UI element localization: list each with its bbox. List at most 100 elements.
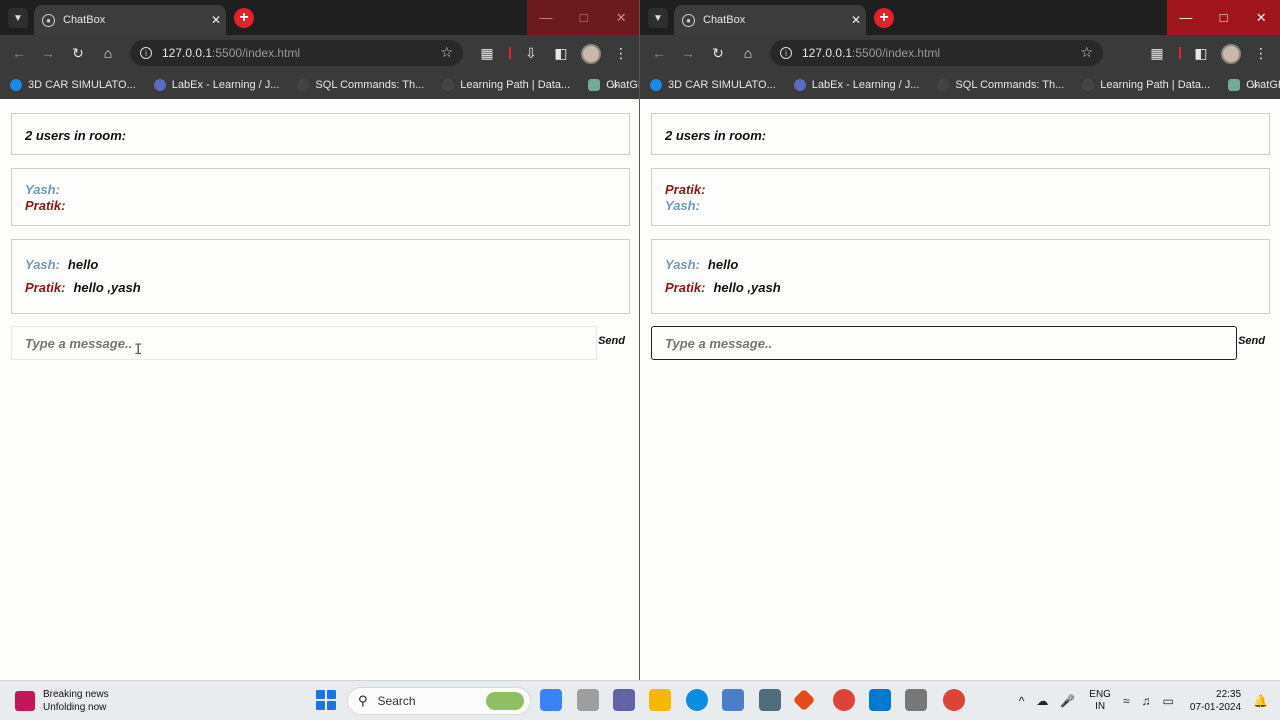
send-button[interactable]: Send: [598, 335, 625, 347]
browser-window-right: ▼ ● ChatBox ✕ + — □ ✕ ← → ↻ ⌂ i 127.0.0.…: [640, 0, 1280, 680]
bookmark-favicon-icon: [937, 79, 950, 91]
teams-icon[interactable]: [613, 689, 635, 711]
separator: [1179, 47, 1181, 59]
new-tab-button[interactable]: +: [234, 8, 254, 28]
file-explorer-icon[interactable]: [649, 689, 671, 711]
browser-toolbar: ← → ↻ ⌂ i 127.0.0.1:5500/index.html ☆ ▦ …: [0, 35, 639, 71]
tab-chatbox[interactable]: ● ChatBox ✕: [674, 5, 866, 35]
profile-avatar[interactable]: [1221, 44, 1241, 64]
new-tab-button[interactable]: +: [874, 8, 894, 28]
windows-start-icon[interactable]: [316, 690, 336, 710]
bookmark-item[interactable]: LabEx - Learning / J...: [793, 79, 919, 91]
onedrive-icon[interactable]: ☁: [1036, 694, 1048, 708]
tab-title: ChatBox: [63, 14, 106, 26]
address-bar[interactable]: i 127.0.0.1:5500/index.html ☆: [770, 40, 1103, 66]
bookmark-item[interactable]: Learning Path | Data...: [1082, 79, 1210, 91]
user-name: Pratik:: [25, 198, 66, 213]
separator: [509, 47, 511, 59]
bookmark-label: SQL Commands: Th...: [955, 79, 1065, 91]
snipping-tool-icon[interactable]: [905, 689, 927, 711]
home-icon[interactable]: ⌂: [98, 43, 118, 63]
reload-icon[interactable]: ↻: [68, 43, 88, 63]
user-name: Pratik:: [665, 182, 706, 197]
compose-row: Send: [651, 326, 1270, 360]
address-bar[interactable]: i 127.0.0.1:5500/index.html ☆: [130, 40, 463, 66]
message-item: Yash: hello: [665, 257, 1256, 272]
extensions-icon[interactable]: ▦: [477, 43, 497, 63]
site-info-icon[interactable]: i: [780, 47, 792, 59]
home-icon[interactable]: ⌂: [738, 43, 758, 63]
copilot-icon[interactable]: [540, 689, 562, 711]
extensions-icon[interactable]: ▦: [1147, 43, 1167, 63]
tab-search-icon[interactable]: ▼: [648, 8, 668, 28]
users-list: Yash: Pratik:: [11, 168, 630, 226]
news-text: Breaking news Unfolding now: [43, 688, 109, 714]
git-icon[interactable]: [792, 688, 816, 712]
news-subtitle: Unfolding now: [43, 702, 107, 713]
close-tab-icon[interactable]: ✕: [206, 13, 226, 27]
vscode-icon[interactable]: [869, 689, 891, 711]
chevron-up-icon[interactable]: ^: [1019, 694, 1025, 708]
maximize-icon[interactable]: □: [1205, 0, 1243, 35]
message-text: hello: [707, 257, 739, 272]
back-arrow-icon[interactable]: ←: [9, 43, 29, 63]
notification-bell-icon[interactable]: 🔔: [1253, 694, 1268, 708]
minimize-icon[interactable]: —: [527, 0, 565, 35]
users-count: 2 users in room:: [11, 113, 630, 155]
maximize-icon[interactable]: □: [565, 0, 603, 35]
bookmark-item[interactable]: SQL Commands: Th...: [297, 79, 424, 91]
back-arrow-icon[interactable]: ←: [649, 43, 669, 63]
volume-icon[interactable]: ♫: [1142, 694, 1151, 708]
send-button[interactable]: Send: [1238, 335, 1265, 347]
flask-icon: [153, 79, 166, 91]
minimize-icon[interactable]: —: [1167, 0, 1205, 35]
chevron-more-icon[interactable]: »: [611, 77, 618, 92]
message-input[interactable]: [11, 326, 597, 360]
message-input[interactable]: [651, 326, 1237, 360]
chrome-active-icon[interactable]: [943, 689, 965, 711]
url-path: :5500/index.html: [852, 46, 941, 60]
bookmark-star-icon[interactable]: ☆: [440, 44, 453, 61]
battery-icon[interactable]: ▭: [1163, 694, 1174, 708]
more-menu-icon[interactable]: ⋮: [1251, 43, 1271, 63]
task-view-icon[interactable]: [577, 689, 599, 711]
site-info-icon[interactable]: i: [140, 47, 152, 59]
tab-search-icon[interactable]: ▼: [8, 8, 28, 28]
bookmark-label: Learning Path | Data...: [460, 79, 571, 91]
microphone-icon[interactable]: 🎤: [1060, 694, 1075, 708]
more-menu-icon[interactable]: ⋮: [611, 43, 631, 63]
close-tab-icon[interactable]: ✕: [846, 13, 866, 27]
forward-arrow-icon[interactable]: →: [678, 43, 698, 63]
chrome-icon[interactable]: [833, 689, 855, 711]
search-label: Search: [377, 694, 416, 708]
browser-window-left: ▼ ● ChatBox ✕ + — □ ✕ ← → ↻ ⌂ i 127.0.0.…: [0, 0, 640, 680]
profile-avatar[interactable]: [581, 44, 601, 64]
language-indicator[interactable]: ENG IN: [1089, 689, 1111, 713]
bookmark-favicon-icon: [442, 79, 455, 91]
bookmarks-bar: 3D CAR SIMULATO... LabEx - Learning / J.…: [640, 71, 1280, 99]
bookmark-item[interactable]: SQL Commands: Th...: [937, 79, 1064, 91]
bookmark-star-icon[interactable]: ☆: [1080, 44, 1093, 61]
wifi-icon[interactable]: ≈: [1123, 694, 1130, 708]
close-window-icon[interactable]: ✕: [1242, 0, 1280, 35]
bookmark-item[interactable]: Learning Path | Data...: [442, 79, 570, 91]
tab-chatbox[interactable]: ● ChatBox ✕: [34, 5, 226, 35]
edge-icon[interactable]: [686, 689, 708, 711]
taskbar-search[interactable]: ⚲ Search: [347, 687, 531, 715]
news-widget[interactable]: Breaking news Unfolding now: [15, 688, 109, 714]
store-icon[interactable]: [722, 689, 744, 711]
reload-icon[interactable]: ↻: [708, 43, 728, 63]
bookmark-item[interactable]: 3D CAR SIMULATO...: [650, 79, 776, 91]
message-text: hello ,yash: [713, 280, 781, 295]
bookmark-item[interactable]: 3D CAR SIMULATO...: [10, 79, 136, 91]
forward-arrow-icon[interactable]: →: [38, 43, 58, 63]
download-icon[interactable]: ⇩: [521, 43, 541, 63]
bookmark-item[interactable]: LabEx - Learning / J...: [153, 79, 279, 91]
message-sender: Pratik:: [25, 280, 66, 295]
side-panel-icon[interactable]: ◧: [1191, 43, 1211, 63]
app-icon[interactable]: [759, 689, 781, 711]
chevron-more-icon[interactable]: »: [1251, 77, 1258, 92]
side-panel-icon[interactable]: ◧: [551, 43, 571, 63]
close-window-icon[interactable]: ✕: [602, 0, 639, 35]
clock[interactable]: 22:35 07-01-2024: [1190, 688, 1241, 714]
